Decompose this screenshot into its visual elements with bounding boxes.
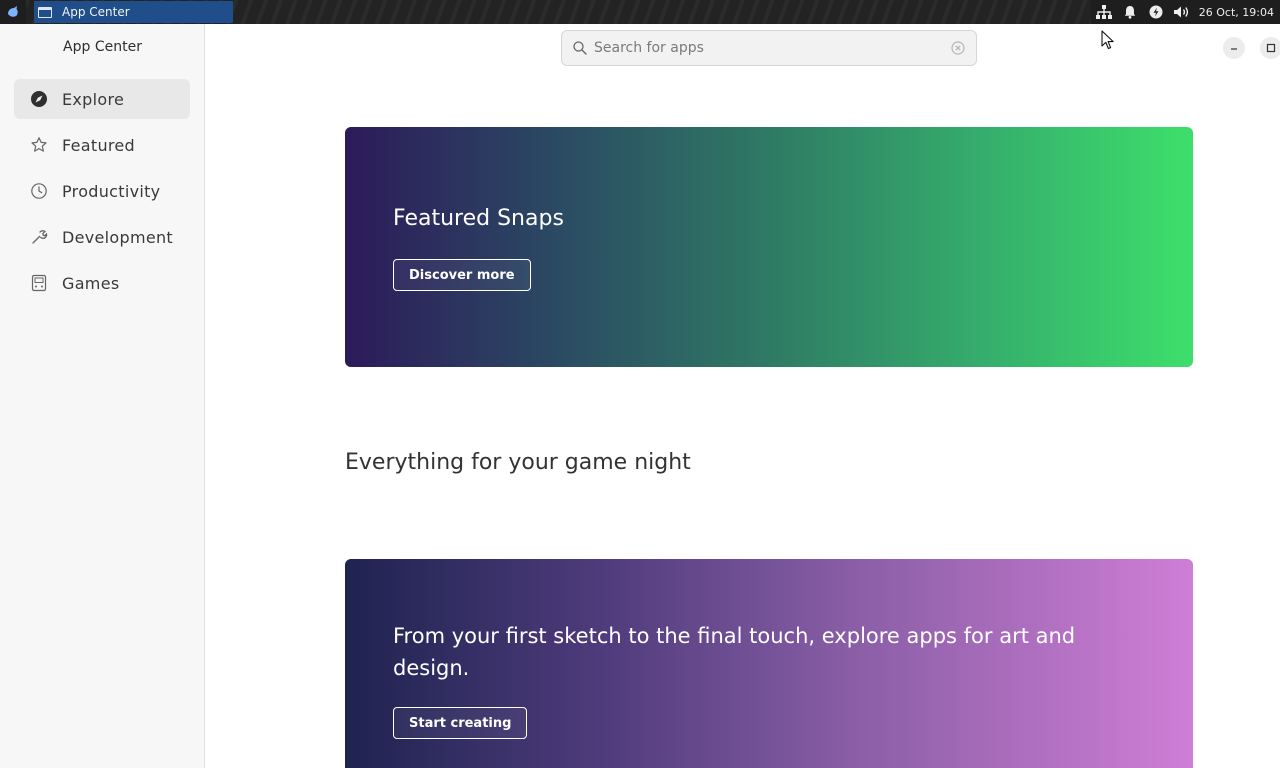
sidebar-item-label: Productivity — [62, 181, 161, 201]
window-icon — [38, 6, 52, 18]
applications-menu-button[interactable] — [0, 0, 26, 24]
top-panel: App Center 26 Oct, 19:04 — [0, 0, 1280, 24]
sidebar: App Center Explore Featured Productivity… — [0, 24, 205, 768]
minimize-icon — [1231, 48, 1237, 50]
games-section-title: Everything for your game night — [345, 450, 691, 475]
power-icon[interactable] — [1143, 0, 1169, 24]
system-tray: 26 Oct, 19:04 — [1090, 0, 1280, 24]
taskbar-app-title: App Center — [62, 5, 130, 19]
start-creating-button[interactable]: Start creating — [393, 707, 528, 739]
wrench-icon — [30, 228, 48, 246]
maximize-button[interactable] — [1260, 37, 1280, 59]
search-icon — [573, 41, 587, 55]
network-icon[interactable] — [1091, 0, 1117, 24]
minimize-button[interactable] — [1223, 37, 1245, 59]
sidebar-item-explore[interactable]: Explore — [14, 79, 190, 119]
sidebar-item-games[interactable]: Games — [14, 263, 190, 303]
sidebar-nav: Explore Featured Productivity Developmen… — [14, 79, 190, 309]
compass-icon — [30, 90, 48, 108]
banner-title: From your first sketch to the final touc… — [393, 624, 1076, 680]
search-input[interactable] — [594, 33, 950, 63]
mouse-cursor-icon — [1101, 30, 1114, 50]
sidebar-item-featured[interactable]: Featured — [14, 125, 190, 165]
maximize-icon — [1266, 43, 1276, 53]
sidebar-item-development[interactable]: Development — [14, 217, 190, 257]
art-design-banner: From your first sketch to the final touc… — [345, 559, 1193, 768]
clear-search-icon[interactable] — [950, 40, 966, 56]
gamepad-icon — [30, 274, 48, 292]
banner-title: Featured Snaps — [393, 206, 564, 231]
notification-bell-icon[interactable] — [1117, 0, 1143, 24]
search-bar[interactable] — [561, 30, 977, 66]
taskbar-app-center[interactable]: App Center — [34, 1, 233, 23]
sidebar-item-label: Games — [62, 273, 120, 293]
star-icon — [30, 136, 48, 154]
sidebar-item-label: Development — [62, 227, 174, 247]
sidebar-item-productivity[interactable]: Productivity — [14, 171, 190, 211]
sidebar-title: App Center — [63, 39, 142, 55]
clock-icon — [30, 182, 48, 200]
mouse-logo-icon — [8, 6, 18, 17]
clock[interactable]: 26 Oct, 19:04 — [1199, 6, 1274, 19]
sidebar-item-label: Featured — [62, 135, 136, 155]
discover-more-button[interactable]: Discover more — [393, 259, 531, 291]
sidebar-item-label: Explore — [62, 89, 125, 109]
volume-icon[interactable] — [1169, 0, 1195, 24]
featured-snaps-banner: Featured Snaps Discover more — [345, 127, 1193, 367]
